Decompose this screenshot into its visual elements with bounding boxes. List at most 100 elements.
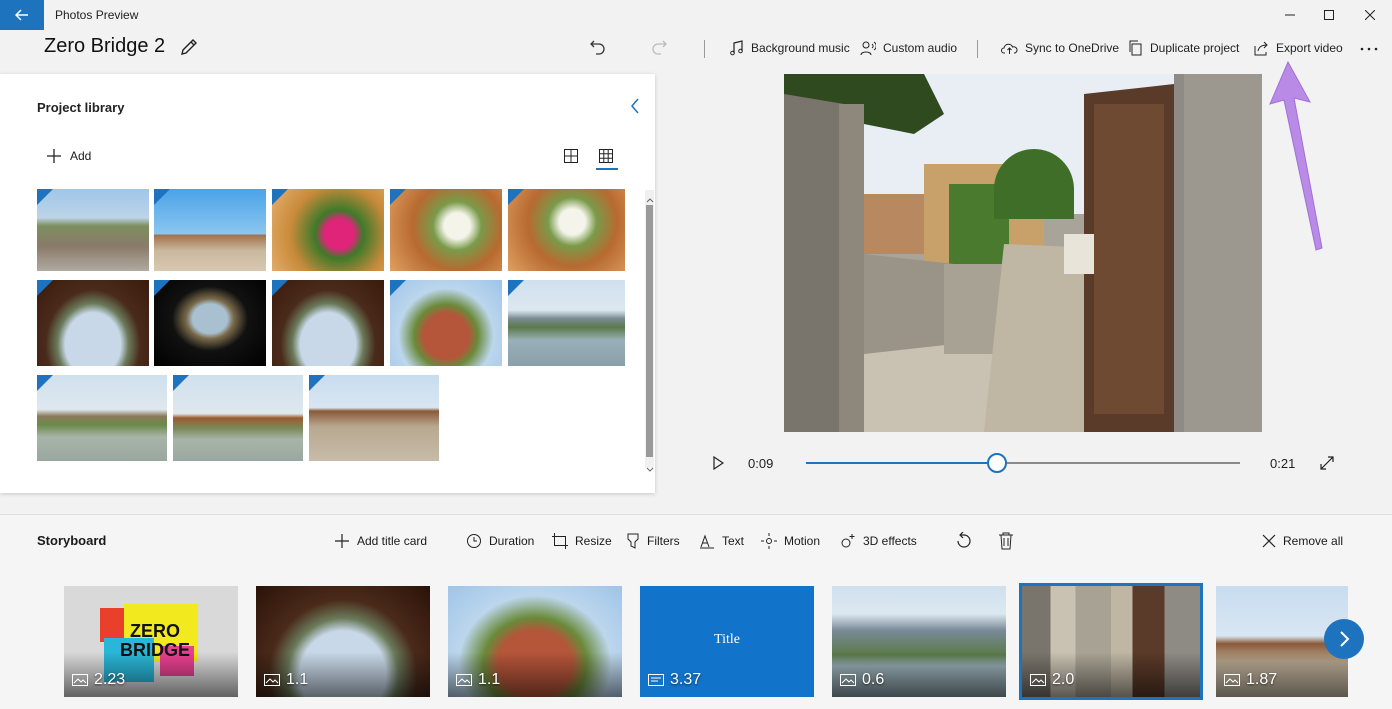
undo-button[interactable]	[589, 38, 607, 61]
library-thumbnail[interactable]	[390, 189, 502, 271]
clip-duration: 0.6	[840, 671, 884, 689]
duplicate-project-button[interactable]: Duplicate project	[1128, 39, 1239, 57]
storyboard-next-button[interactable]	[1324, 619, 1364, 659]
background-music-button[interactable]: Background music	[728, 39, 850, 57]
library-thumbnail[interactable]	[508, 189, 625, 271]
motion-icon	[761, 533, 777, 549]
sync-onedrive-button[interactable]: Sync to OneDrive	[1001, 39, 1119, 57]
export-video-button[interactable]: Export video	[1253, 39, 1343, 57]
grid-large-icon	[564, 149, 578, 163]
background-music-label: Background music	[751, 41, 850, 55]
redo-icon	[652, 40, 667, 55]
library-thumbnail[interactable]	[390, 280, 502, 366]
rename-button[interactable]	[179, 37, 199, 62]
storyboard-clip[interactable]: ZERO BRIDGE 2.23	[64, 586, 238, 697]
project-title: Zero Bridge 2	[44, 35, 166, 57]
pencil-icon	[181, 39, 197, 55]
clip-duration: 1.1	[264, 671, 308, 689]
plus-icon	[335, 534, 349, 548]
share-export-icon	[1254, 41, 1268, 55]
redo-button[interactable]	[650, 38, 668, 61]
undo-icon	[590, 40, 605, 55]
seek-bar-handle[interactable]	[987, 453, 1007, 473]
clip-duration-text: 3.37	[670, 671, 702, 688]
clip-duration-text: 2.0	[1052, 671, 1075, 688]
fullscreen-button[interactable]	[1319, 455, 1335, 476]
scroll-down-icon[interactable]	[646, 460, 654, 478]
clip-duration: 3.37	[648, 671, 701, 689]
app-title: Photos Preview	[55, 8, 139, 22]
image-icon	[72, 674, 88, 686]
3d-effects-label: 3D effects	[863, 534, 917, 548]
view-selected-indicator	[596, 168, 618, 170]
library-thumbnail[interactable]	[309, 375, 439, 461]
library-thumbnail[interactable]	[37, 189, 149, 271]
title-card-icon	[648, 674, 664, 686]
library-thumbnail[interactable]	[154, 280, 266, 366]
storyboard-clip[interactable]: 0.6	[832, 586, 1006, 697]
library-thumbnail[interactable]	[154, 189, 266, 271]
arrow-icon	[1269, 60, 1323, 251]
seek-bar-progress	[806, 462, 997, 464]
motion-label: Motion	[784, 534, 821, 548]
duplicate-icon	[1129, 40, 1142, 56]
remove-all-button[interactable]: Remove all	[1262, 533, 1343, 549]
clip-duration-text: 1.87	[1246, 671, 1278, 688]
motion-button[interactable]: Motion	[761, 533, 820, 549]
video-preview[interactable]	[784, 74, 1262, 432]
music-note-icon	[730, 40, 743, 56]
add-title-card-label: Add title card	[357, 534, 428, 548]
custom-audio-button[interactable]: Custom audio	[860, 39, 957, 57]
clip-duration-text: 2.23	[94, 671, 126, 688]
image-icon	[840, 674, 856, 686]
rotate-button[interactable]	[955, 531, 973, 555]
add-media-button[interactable]: Add	[46, 148, 91, 164]
scroll-up-icon[interactable]	[646, 190, 654, 208]
library-thumbnail[interactable]	[272, 189, 384, 271]
clip-duration: 1.1	[456, 671, 500, 689]
close-icon	[1262, 534, 1276, 548]
storyboard-clip[interactable]: Title 3.37	[640, 586, 814, 697]
title-bar	[0, 0, 1392, 30]
duration-button[interactable]: Duration	[466, 533, 534, 549]
library-thumbnail[interactable]	[173, 375, 303, 461]
storyboard-clip[interactable]: 1.1	[448, 586, 622, 697]
storyboard-title: Storyboard	[37, 533, 107, 548]
library-thumbnail[interactable]	[37, 280, 149, 366]
resize-icon	[552, 533, 568, 549]
large-thumbnails-view-button[interactable]	[563, 148, 579, 169]
expand-icon	[1320, 456, 1334, 470]
storyboard-clip-selected[interactable]: 2.0	[1019, 583, 1203, 700]
back-button[interactable]	[0, 0, 44, 30]
sparkle-icon	[841, 534, 855, 548]
filters-button[interactable]: Filters	[626, 533, 680, 549]
library-scrollbar-thumb[interactable]	[646, 205, 653, 457]
maximize-button[interactable]	[1316, 4, 1342, 26]
storyboard-clip[interactable]: 1.1	[256, 586, 430, 697]
library-thumbnail[interactable]	[508, 280, 625, 366]
image-icon	[1224, 674, 1240, 686]
more-options-button[interactable]	[1359, 40, 1379, 61]
grid-small-icon	[599, 149, 613, 163]
total-time: 0:21	[1270, 456, 1296, 471]
text-button[interactable]: Text	[699, 533, 744, 549]
close-button[interactable]	[1357, 4, 1383, 26]
current-time: 0:09	[748, 456, 774, 471]
image-icon	[1030, 674, 1046, 686]
clip-duration-text: 1.1	[478, 671, 501, 688]
collapse-library-button[interactable]	[629, 98, 641, 119]
3d-effects-button[interactable]: 3D effects	[840, 533, 917, 549]
rotate-icon	[957, 531, 971, 548]
library-thumbnail[interactable]	[272, 280, 384, 366]
delete-button[interactable]	[998, 532, 1014, 555]
play-button[interactable]	[712, 455, 725, 475]
audio-person-icon	[860, 41, 876, 56]
resize-button[interactable]: Resize	[552, 533, 612, 549]
chevron-right-icon	[1340, 631, 1350, 647]
small-thumbnails-view-button[interactable]	[598, 148, 614, 169]
library-thumbnail[interactable]	[37, 375, 167, 461]
add-title-card-button[interactable]: Add title card	[334, 533, 427, 549]
minimize-button[interactable]	[1277, 4, 1303, 26]
clip-title-card-text: Title	[714, 632, 740, 647]
duration-label: Duration	[489, 534, 535, 548]
